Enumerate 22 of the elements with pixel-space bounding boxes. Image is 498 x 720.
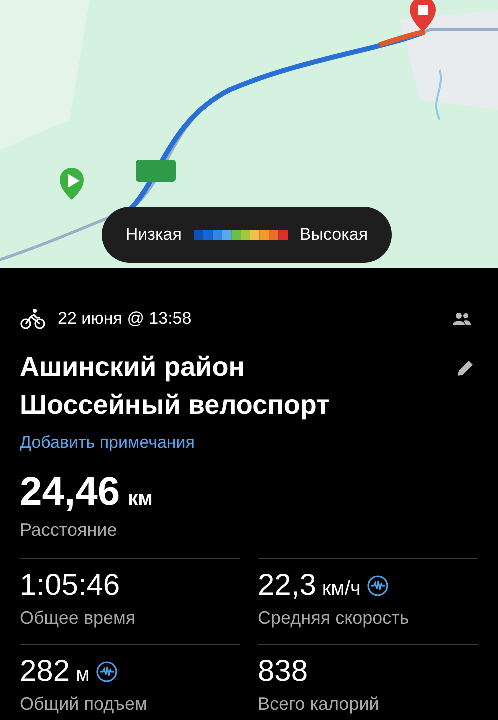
activity-chart-icon[interactable] xyxy=(366,575,389,597)
distance-value: 24,46 xyxy=(20,469,120,515)
stat-label: Общее время xyxy=(20,607,137,630)
legend-high-label: Высокая xyxy=(300,224,368,246)
stat-label: Всего калорий xyxy=(258,693,380,716)
stat-value: 1:05:46 xyxy=(20,568,120,604)
activity-chart-icon[interactable] xyxy=(96,661,118,683)
stat-value: 22,3 xyxy=(258,568,316,604)
activity-title: Ашинский район Шоссейный велоспорт xyxy=(20,350,330,422)
stat-value: 282 xyxy=(20,654,70,690)
add-notes-link[interactable]: Добавить примечания xyxy=(20,430,478,455)
legend-low-label: Низкая xyxy=(126,224,182,246)
stat-value: 838 xyxy=(258,654,308,690)
distance-unit: км xyxy=(128,487,153,512)
stat-label: Общий подъем xyxy=(20,693,148,716)
activity-date: 22 июня @ 13:58 xyxy=(58,308,192,330)
distance-label: Расстояние xyxy=(20,519,118,542)
stat-unit: м xyxy=(76,663,90,688)
stat-unit: км/ч xyxy=(322,577,361,602)
people-icon[interactable] xyxy=(452,312,472,326)
bicycle-icon xyxy=(20,308,46,330)
stat-label: Средняя скорость xyxy=(258,607,410,630)
